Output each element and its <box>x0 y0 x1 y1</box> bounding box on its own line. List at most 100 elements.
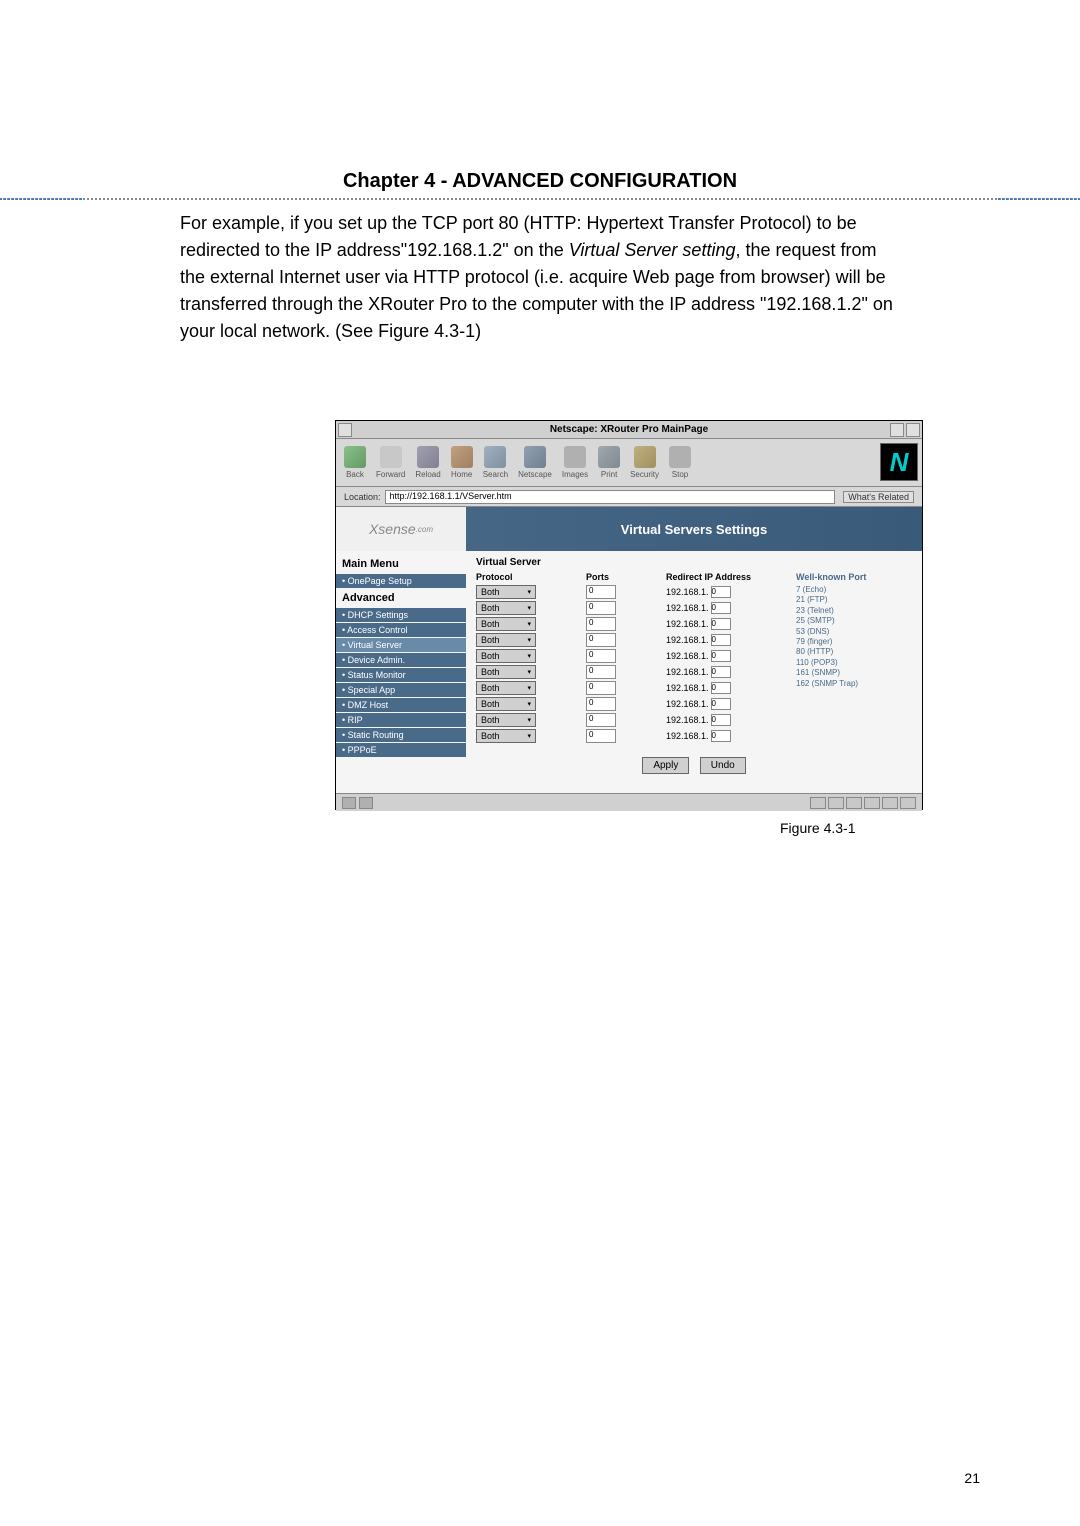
search-button[interactable]: Search <box>483 446 508 479</box>
window-title: Netscape: XRouter Pro MainPage <box>550 424 708 435</box>
wellknown-port-telnet: 23 (Telnet) <box>796 606 912 616</box>
stop-button[interactable]: Stop <box>669 446 691 479</box>
sidebar-item-dhcp[interactable]: • DHCP Settings <box>336 608 466 622</box>
ip-input-1[interactable]: 0 <box>711 586 731 598</box>
images-button[interactable]: Images <box>562 446 588 479</box>
ip-row-4: 192.168.1.0 <box>666 633 796 647</box>
reload-label: Reload <box>415 470 440 479</box>
wellknown-port-echo: 7 (Echo) <box>796 585 912 595</box>
sidebar-item-special-app[interactable]: • Special App <box>336 683 466 697</box>
ip-input-4[interactable]: 0 <box>711 634 731 646</box>
reload-button[interactable]: Reload <box>415 446 440 479</box>
undo-button[interactable]: Undo <box>700 757 746 774</box>
sidebar-item-device-admin[interactable]: • Device Admin. <box>336 653 466 667</box>
port-input-6[interactable]: 0 <box>586 665 616 679</box>
advanced-heading: Advanced <box>336 589 466 607</box>
forward-button[interactable]: Forward <box>376 446 405 479</box>
protocol-select-4[interactable]: Both▾ <box>476 633 536 647</box>
chevron-down-icon: ▾ <box>527 588 531 596</box>
status-mini-2[interactable] <box>828 797 844 809</box>
security-label: Security <box>630 470 659 479</box>
ip-row-9: 192.168.1.0 <box>666 713 796 727</box>
home-button[interactable]: Home <box>451 446 473 479</box>
wellknown-port-smtp: 25 (SMTP) <box>796 616 912 626</box>
body-em: Virtual Server setting <box>569 240 736 260</box>
sidebar-item-static-routing[interactable]: • Static Routing <box>336 728 466 742</box>
wellknown-port-snmp: 161 (SNMP) <box>796 668 912 678</box>
ip-input-10[interactable]: 0 <box>711 730 731 742</box>
sidebar-item-access[interactable]: • Access Control <box>336 623 466 637</box>
port-input-4[interactable]: 0 <box>586 633 616 647</box>
print-icon <box>598 446 620 468</box>
protocol-select-9[interactable]: Both▾ <box>476 713 536 727</box>
ip-input-3[interactable]: 0 <box>711 618 731 630</box>
sidebar-item-virtual-server[interactable]: • Virtual Server <box>336 638 466 652</box>
sidebar-item-status[interactable]: • Status Monitor <box>336 668 466 682</box>
port-input-1[interactable]: 0 <box>586 585 616 599</box>
ip-input-5[interactable]: 0 <box>711 650 731 662</box>
title-bar: Netscape: XRouter Pro MainPage <box>336 421 922 439</box>
sidebar-item-pppoe[interactable]: • PPPoE <box>336 743 466 757</box>
port-input-8[interactable]: 0 <box>586 697 616 711</box>
wellknown-port-http: 80 (HTTP) <box>796 647 912 657</box>
port-input-9[interactable]: 0 <box>586 713 616 727</box>
window-menu-icon[interactable] <box>338 423 352 437</box>
protocol-select-2[interactable]: Both▾ <box>476 601 536 615</box>
sidebar-item-onepage[interactable]: • OnePage Setup <box>336 574 466 588</box>
whats-related-button[interactable]: What's Related <box>843 491 914 503</box>
sidebar-item-rip[interactable]: • RIP <box>336 713 466 727</box>
netscape-button[interactable]: Netscape <box>518 446 552 479</box>
forward-label: Forward <box>376 470 405 479</box>
print-label: Print <box>601 470 617 479</box>
ip-input-9[interactable]: 0 <box>711 714 731 726</box>
wellknown-title: Well-known Port <box>796 572 912 582</box>
status-mini-3[interactable] <box>846 797 862 809</box>
ports-header: Ports <box>586 572 666 582</box>
divider-line <box>0 198 1080 200</box>
chevron-down-icon: ▾ <box>527 604 531 612</box>
ip-input-7[interactable]: 0 <box>711 682 731 694</box>
ip-input-6[interactable]: 0 <box>711 666 731 678</box>
back-button[interactable]: Back <box>344 446 366 479</box>
status-mini-6[interactable] <box>900 797 916 809</box>
redirect-header: Redirect IP Address <box>666 572 796 582</box>
back-label: Back <box>346 470 364 479</box>
location-input[interactable]: http://192.168.1.1/VServer.htm <box>385 490 836 504</box>
ip-row-3: 192.168.1.0 <box>666 617 796 631</box>
status-mini-5[interactable] <box>882 797 898 809</box>
port-input-7[interactable]: 0 <box>586 681 616 695</box>
chapter-title: Chapter 4 - ADVANCED CONFIGURATION <box>343 170 737 193</box>
figure-caption: Figure 4.3-1 <box>780 820 855 836</box>
protocol-select-10[interactable]: Both▾ <box>476 729 536 743</box>
netscape-label: Netscape <box>518 470 552 479</box>
chevron-down-icon: ▾ <box>527 636 531 644</box>
port-input-2[interactable]: 0 <box>586 601 616 615</box>
port-input-10[interactable]: 0 <box>586 729 616 743</box>
protocol-select-6[interactable]: Both▾ <box>476 665 536 679</box>
ip-row-10: 192.168.1.0 <box>666 729 796 743</box>
security-button[interactable]: Security <box>630 446 659 479</box>
print-button[interactable]: Print <box>598 446 620 479</box>
status-icon-1 <box>342 797 356 809</box>
back-icon <box>344 446 366 468</box>
ip-row-1: 192.168.1.0 <box>666 585 796 599</box>
protocol-select-1[interactable]: Both▾ <box>476 585 536 599</box>
protocol-select-7[interactable]: Both▾ <box>476 681 536 695</box>
ip-input-2[interactable]: 0 <box>711 602 731 614</box>
apply-button[interactable]: Apply <box>642 757 689 774</box>
status-mini-4[interactable] <box>864 797 880 809</box>
protocol-select-5[interactable]: Both▾ <box>476 649 536 663</box>
wellknown-port-ftp: 21 (FTP) <box>796 595 912 605</box>
main-menu-heading: Main Menu <box>336 555 466 573</box>
port-input-3[interactable]: 0 <box>586 617 616 631</box>
ip-input-8[interactable]: 0 <box>711 698 731 710</box>
protocol-header: Protocol <box>476 572 586 582</box>
protocol-select-8[interactable]: Both▾ <box>476 697 536 711</box>
ip-row-7: 192.168.1.0 <box>666 681 796 695</box>
sidebar-item-dmz[interactable]: • DMZ Host <box>336 698 466 712</box>
protocol-select-3[interactable]: Both▾ <box>476 617 536 631</box>
window-minimize-icon[interactable] <box>890 423 904 437</box>
port-input-5[interactable]: 0 <box>586 649 616 663</box>
window-maximize-icon[interactable] <box>906 423 920 437</box>
status-mini-1[interactable] <box>810 797 826 809</box>
